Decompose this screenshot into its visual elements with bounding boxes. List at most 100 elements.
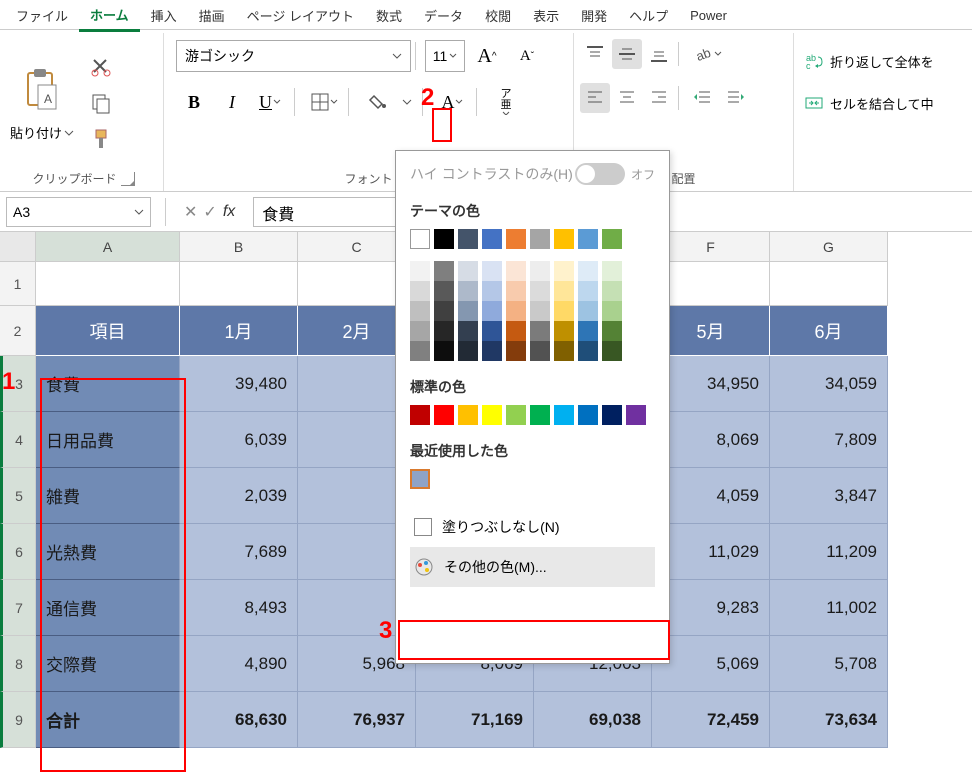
increase-font-button[interactable]: A^ [469, 39, 505, 73]
name-box[interactable]: A3 [6, 197, 151, 227]
color-swatch[interactable] [506, 281, 526, 301]
color-swatch[interactable] [554, 229, 574, 249]
color-swatch[interactable] [554, 261, 574, 281]
paste-button[interactable]: A [16, 63, 68, 121]
decrease-indent-button[interactable] [688, 83, 718, 113]
table-cell[interactable]: 73,634 [770, 692, 888, 748]
color-swatch[interactable] [578, 281, 598, 301]
recent-color-swatch[interactable] [410, 469, 430, 489]
rowhdr-5[interactable]: 5 [0, 468, 36, 524]
color-swatch[interactable] [434, 281, 454, 301]
rowhdr-8[interactable]: 8 [0, 636, 36, 692]
align-top-button[interactable] [580, 39, 610, 69]
color-swatch[interactable] [434, 405, 454, 425]
wrap-text-button[interactable]: abc 折り返して全体を [800, 47, 938, 75]
color-swatch[interactable] [602, 405, 622, 425]
color-swatch[interactable] [506, 229, 526, 249]
paste-label[interactable]: 貼り付け [10, 123, 74, 142]
bold-button[interactable]: B [176, 85, 212, 119]
decrease-font-button[interactable]: Aˇ [509, 39, 545, 73]
rowhdr-2[interactable]: 2 [0, 306, 36, 356]
menu-draw[interactable]: 描画 [188, 1, 236, 30]
color-swatch[interactable] [530, 321, 550, 341]
table-cell[interactable]: 5,708 [770, 636, 888, 692]
menu-view[interactable]: 表示 [522, 1, 570, 30]
menu-formulas[interactable]: 数式 [365, 1, 413, 30]
color-swatch[interactable] [434, 341, 454, 361]
color-swatch[interactable] [602, 321, 622, 341]
table-header[interactable]: 6月 [770, 306, 888, 356]
color-swatch[interactable] [434, 321, 454, 341]
table-header[interactable]: 1月 [180, 306, 298, 356]
color-swatch[interactable] [554, 405, 574, 425]
menu-file[interactable]: ファイル [5, 1, 79, 30]
table-cell[interactable]: 11,209 [770, 524, 888, 580]
color-swatch[interactable] [530, 261, 550, 281]
menu-home[interactable]: ホーム [79, 0, 140, 32]
color-swatch[interactable] [482, 321, 502, 341]
rowhdr-6[interactable]: 6 [0, 524, 36, 580]
table-cell[interactable]: 68,630 [180, 692, 298, 748]
align-left-button[interactable] [580, 83, 610, 113]
table-cell[interactable]: 71,169 [416, 692, 534, 748]
table-header[interactable]: 項目 [36, 306, 180, 356]
copy-button[interactable] [86, 88, 116, 118]
color-swatch[interactable] [434, 229, 454, 249]
color-swatch[interactable] [410, 321, 430, 341]
cut-button[interactable] [86, 52, 116, 82]
rowhdr-7[interactable]: 7 [0, 580, 36, 636]
color-swatch[interactable] [434, 261, 454, 281]
color-swatch[interactable] [506, 261, 526, 281]
color-swatch[interactable] [482, 281, 502, 301]
font-name-select[interactable]: 游ゴシック [176, 40, 411, 72]
rowhdr-1[interactable]: 1 [0, 262, 36, 306]
rowhdr-9[interactable]: 9 [0, 692, 36, 748]
table-cell[interactable]: 合計 [36, 692, 180, 748]
table-cell[interactable]: 日用品費 [36, 412, 180, 468]
color-swatch[interactable] [554, 301, 574, 321]
color-swatch[interactable] [578, 301, 598, 321]
color-swatch[interactable] [458, 321, 478, 341]
table-cell[interactable]: 3,847 [770, 468, 888, 524]
font-size-select[interactable]: 11 [425, 40, 465, 72]
color-swatch[interactable] [578, 321, 598, 341]
color-swatch[interactable] [578, 405, 598, 425]
color-swatch[interactable] [554, 281, 574, 301]
align-bottom-button[interactable] [644, 39, 674, 69]
align-right-button[interactable] [644, 83, 674, 113]
menu-pagelayout[interactable]: ページ レイアウト [236, 1, 365, 30]
color-swatch[interactable] [458, 229, 478, 249]
font-color-button[interactable]: A [434, 85, 470, 119]
color-swatch[interactable] [410, 341, 430, 361]
increase-indent-button[interactable] [720, 83, 750, 113]
color-swatch[interactable] [482, 341, 502, 361]
table-cell[interactable]: 6,039 [180, 412, 298, 468]
color-swatch[interactable] [410, 281, 430, 301]
color-swatch[interactable] [458, 281, 478, 301]
color-swatch[interactable] [554, 321, 574, 341]
table-cell[interactable]: 72,459 [652, 692, 770, 748]
italic-button[interactable]: I [214, 85, 250, 119]
color-swatch[interactable] [482, 229, 502, 249]
table-cell[interactable]: 8,493 [180, 580, 298, 636]
menu-insert[interactable]: 挿入 [140, 1, 188, 30]
color-swatch[interactable] [530, 405, 550, 425]
colhdr-B[interactable]: B [180, 232, 298, 262]
high-contrast-toggle[interactable] [575, 163, 625, 185]
fill-color-dropdown[interactable] [398, 85, 416, 119]
table-cell[interactable]: 4,890 [180, 636, 298, 692]
color-swatch[interactable] [458, 301, 478, 321]
enter-formula-button[interactable]: ✓ [203, 202, 216, 222]
color-swatch[interactable] [602, 341, 622, 361]
table-cell[interactable]: 7,809 [770, 412, 888, 468]
color-swatch[interactable] [578, 341, 598, 361]
color-swatch[interactable] [602, 261, 622, 281]
color-swatch[interactable] [602, 229, 622, 249]
format-painter-button[interactable] [86, 124, 116, 154]
color-swatch[interactable] [458, 261, 478, 281]
orientation-button[interactable]: ab [688, 39, 726, 69]
phonetic-button[interactable]: ア亜 [488, 85, 524, 119]
color-swatch[interactable] [506, 321, 526, 341]
menu-help[interactable]: ヘルプ [618, 1, 679, 30]
borders-button[interactable] [306, 85, 342, 119]
